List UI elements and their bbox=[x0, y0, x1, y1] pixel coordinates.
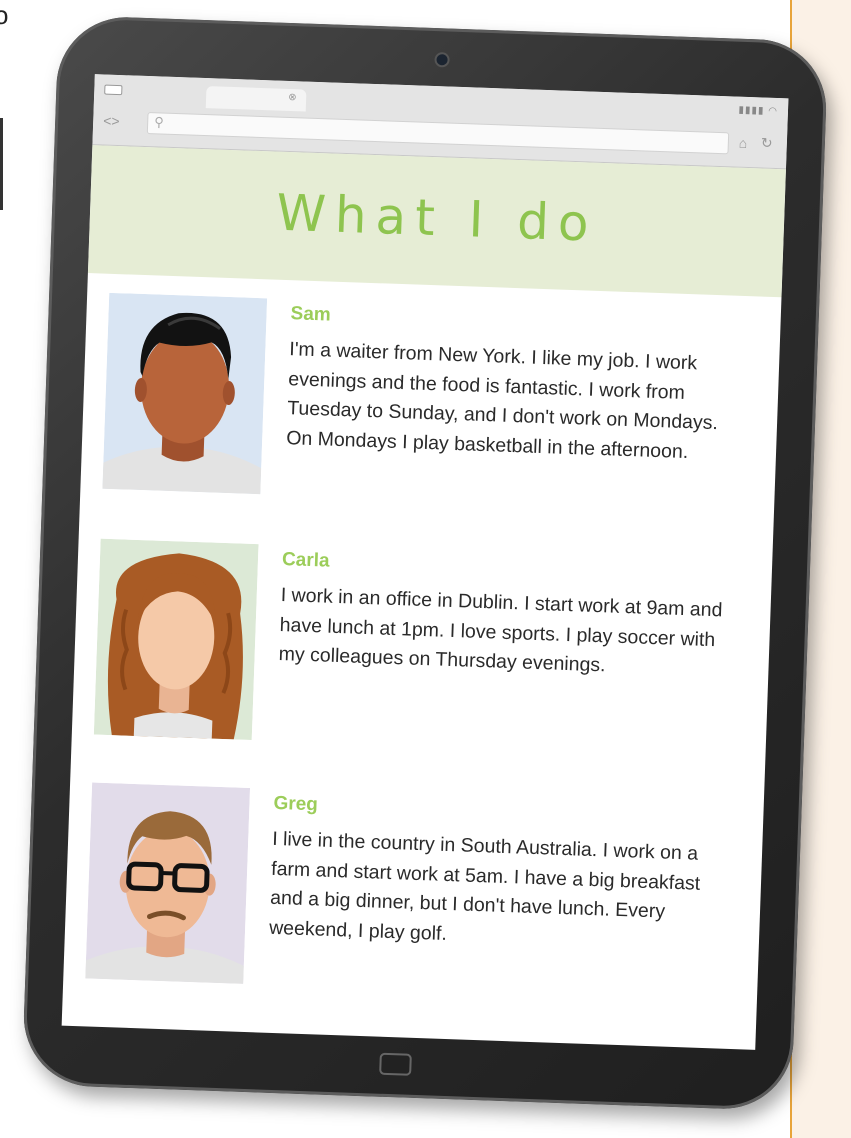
person-card-carla: Carla I work in an office in Dublin. I s… bbox=[93, 538, 760, 772]
close-icon[interactable]: ⊗ bbox=[288, 92, 297, 103]
portrait-greg bbox=[85, 782, 251, 984]
person-description: I work in an office in Dublin. I start w… bbox=[278, 583, 723, 677]
tablet-screen: ⊗ ▮▮▮▮ ◠ <> ⚲ ⌂ ↻ What I do Sam I'm a wa… bbox=[61, 74, 789, 1050]
person-name: Sam bbox=[290, 303, 332, 326]
person-name: Greg bbox=[273, 792, 319, 816]
person-description: I live in the country in South Australia… bbox=[268, 827, 701, 945]
portrait-sam bbox=[102, 292, 268, 495]
browser-tab[interactable]: ⊗ bbox=[205, 86, 307, 112]
address-bar[interactable]: ⚲ bbox=[146, 112, 730, 155]
battery-icon bbox=[104, 84, 123, 96]
page-title: What I do bbox=[275, 183, 599, 253]
portrait-carla bbox=[93, 538, 259, 741]
page-edge-letter: o bbox=[0, 0, 9, 30]
back-forward-icon[interactable]: <> bbox=[103, 113, 120, 130]
person-card-sam: Sam I'm a waiter from New York. I like m… bbox=[102, 292, 769, 526]
home-icon[interactable]: ⌂ bbox=[739, 135, 748, 151]
person-card-greg: Greg I live in the country in South Aust… bbox=[85, 782, 752, 1016]
home-button[interactable] bbox=[379, 1052, 412, 1076]
search-icon: ⚲ bbox=[153, 114, 165, 130]
refresh-icon[interactable]: ↻ bbox=[761, 134, 773, 151]
tablet-device: ⊗ ▮▮▮▮ ◠ <> ⚲ ⌂ ↻ What I do Sam I'm a wa… bbox=[21, 14, 829, 1112]
page-edge-rule bbox=[0, 118, 3, 210]
person-name: Carla bbox=[281, 549, 330, 572]
person-description: I'm a waiter from New York. I like my jo… bbox=[285, 338, 719, 463]
signal-icon: ▮▮▮▮ ◠ bbox=[738, 104, 779, 118]
page-header: What I do bbox=[87, 145, 786, 298]
